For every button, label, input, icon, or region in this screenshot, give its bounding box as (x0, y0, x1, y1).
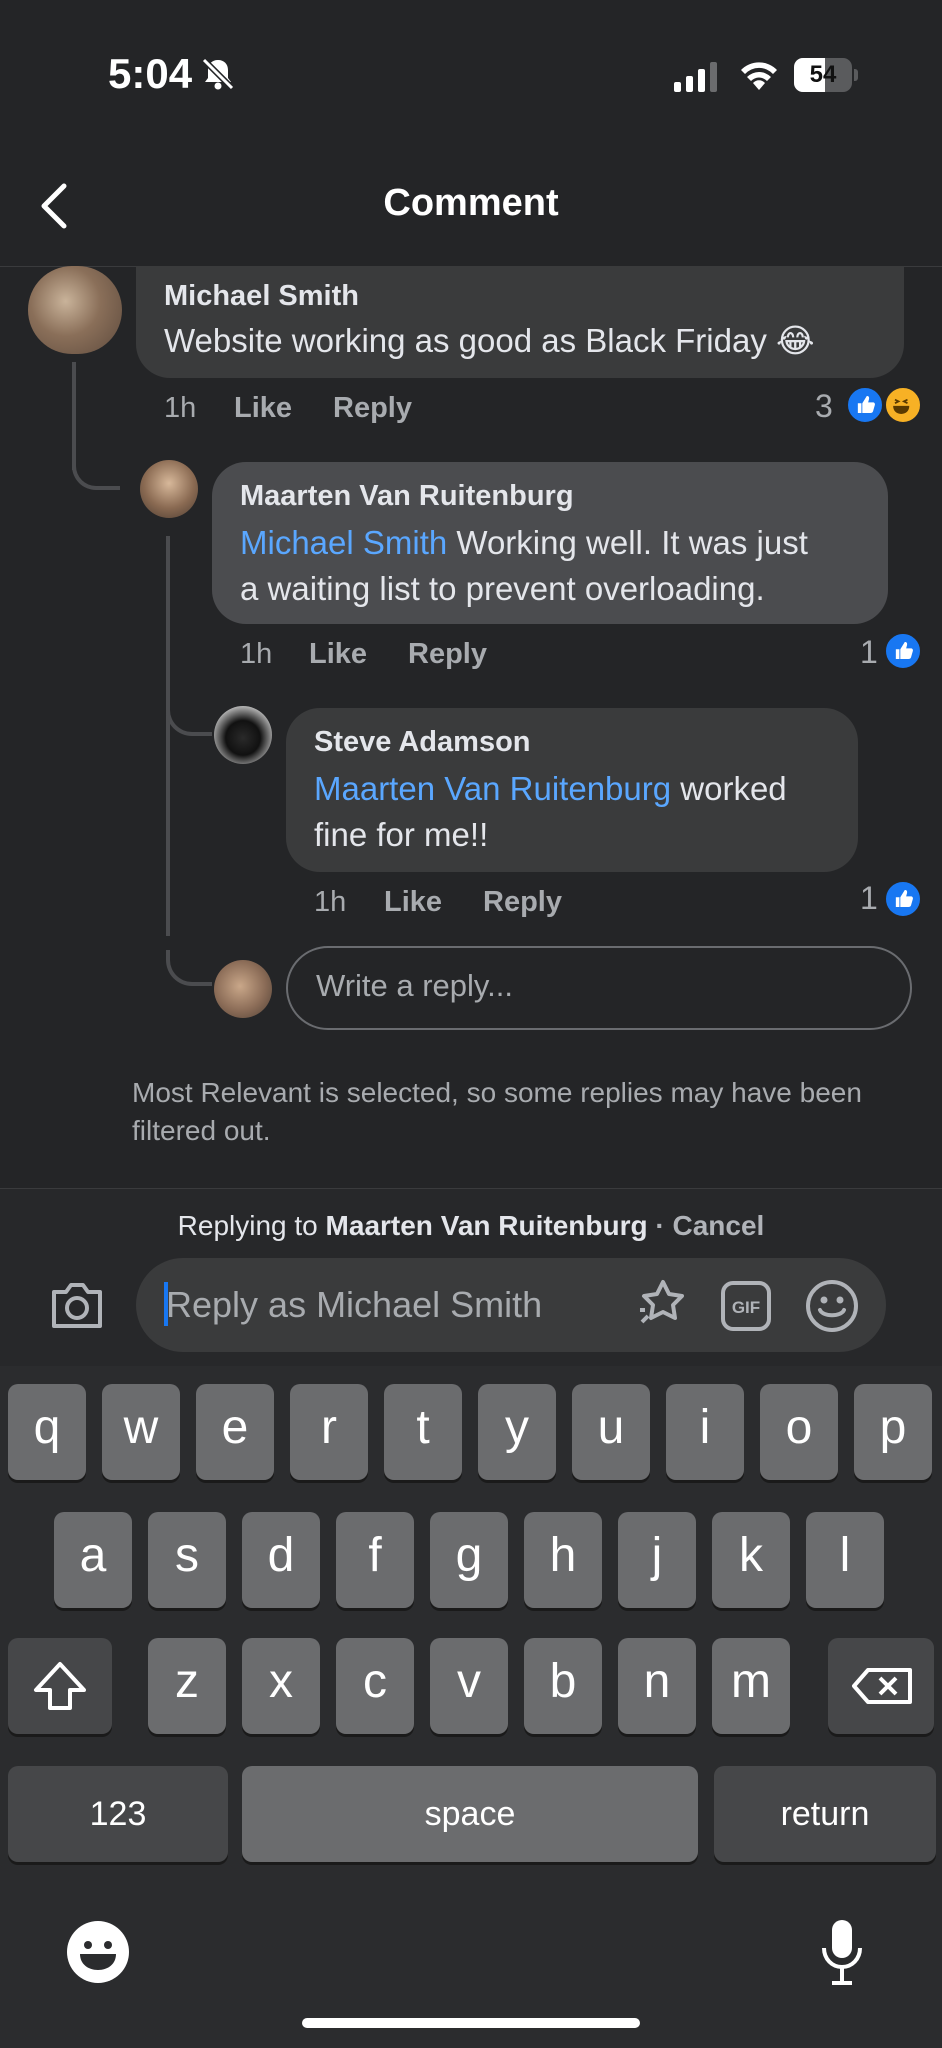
reaction-count[interactable]: 1 (860, 880, 878, 917)
cellular-signal-icon (674, 62, 717, 92)
key-h[interactable]: h (524, 1512, 602, 1608)
thread-connector (166, 700, 212, 736)
key-m[interactable]: m (712, 1638, 790, 1734)
shift-key[interactable] (8, 1638, 112, 1734)
key-d[interactable]: d (242, 1512, 320, 1608)
status-time: 5:04 (108, 50, 193, 97)
thread-line (72, 362, 76, 470)
key-g[interactable]: g (430, 1512, 508, 1608)
filter-note: Most Relevant is selected, so some repli… (132, 1077, 862, 1146)
thread-line (166, 536, 170, 936)
reply-button[interactable]: Reply (483, 886, 562, 919)
comment-time: 1h (314, 886, 347, 918)
like-button[interactable]: Like (384, 886, 442, 919)
comment-text: fine for me!! (314, 816, 489, 853)
wifi-icon (741, 62, 777, 90)
avatar-current-user (214, 960, 272, 1018)
key-c[interactable]: c (336, 1638, 414, 1734)
key-o[interactable]: o (760, 1384, 838, 1480)
numbers-key[interactable]: 123 (8, 1766, 228, 1862)
key-x[interactable]: x (242, 1638, 320, 1734)
thread-connector (72, 466, 120, 490)
key-i[interactable]: i (666, 1384, 744, 1480)
emoji-keyboard-icon[interactable] (66, 1920, 130, 1984)
bell-muted-icon (201, 57, 235, 91)
microphone-icon[interactable] (818, 1918, 866, 1988)
write-reply-placeholder: Write a reply... (316, 968, 513, 1003)
thread-connector (166, 950, 212, 986)
comment-input-placeholder: Reply as Michael Smith (166, 1284, 543, 1325)
cancel-reply-button[interactable]: Cancel (672, 1210, 764, 1241)
key-r[interactable]: r (290, 1384, 368, 1480)
key-k[interactable]: k (712, 1512, 790, 1608)
key-v[interactable]: v (430, 1638, 508, 1734)
svg-text:GIF: GIF (732, 1298, 760, 1317)
space-key[interactable]: space (242, 1766, 698, 1862)
haha-icon (884, 386, 922, 424)
avatar-michael-smith[interactable] (28, 266, 122, 354)
like-icon (846, 386, 884, 424)
reply-button[interactable]: Reply (333, 392, 412, 425)
comment-mention[interactable]: Maarten Van Ruitenburg (314, 770, 671, 807)
battery-percentage: 54 (809, 61, 837, 88)
comment-bubble[interactable]: Michael Smith Website working as good as… (136, 266, 904, 378)
key-w[interactable]: w (102, 1384, 180, 1480)
separator-dot: · (655, 1210, 665, 1241)
reaction-count[interactable]: 3 (815, 388, 833, 425)
like-button[interactable]: Like (309, 638, 367, 671)
key-q[interactable]: q (8, 1384, 86, 1480)
avatar-maarten[interactable] (140, 460, 198, 518)
delete-key[interactable] (828, 1638, 934, 1734)
comment-author[interactable]: Steve Adamson (314, 726, 531, 759)
avatar-sticker-icon[interactable] (636, 1278, 690, 1332)
keyboard: 123 space return qwertyuiop asdfghjkl zxcv… (0, 1366, 942, 2048)
comment-time: 1h (240, 638, 273, 670)
comment-mention[interactable]: Michael Smith (240, 524, 447, 561)
key-l[interactable]: l (806, 1512, 884, 1608)
key-z[interactable]: z (148, 1638, 226, 1734)
key-e[interactable]: e (196, 1384, 274, 1480)
key-s[interactable]: s (148, 1512, 226, 1608)
comment-text: Website working as good as Black Friday … (164, 322, 815, 359)
avatar-steve-adamson[interactable] (214, 706, 272, 764)
comment-text: Working well. It was just (456, 524, 808, 561)
key-b[interactable]: b (524, 1638, 602, 1734)
key-n[interactable]: n (618, 1638, 696, 1734)
comment-author[interactable]: Michael Smith (164, 280, 359, 313)
like-icon (884, 632, 922, 670)
replying-name: Maarten Van Ruitenburg (325, 1210, 648, 1241)
key-j[interactable]: j (618, 1512, 696, 1608)
emoji-icon[interactable] (804, 1278, 860, 1334)
reply-button[interactable]: Reply (408, 638, 487, 671)
reaction-count[interactable]: 1 (860, 634, 878, 671)
camera-icon[interactable] (48, 1280, 106, 1330)
comment-bubble[interactable]: Steve Adamson Maarten Van Ruitenburg wor… (286, 708, 858, 872)
gif-icon[interactable]: GIF (720, 1280, 772, 1332)
key-f[interactable]: f (336, 1512, 414, 1608)
comment-time: 1h (164, 392, 197, 424)
page-title: Comment (383, 182, 559, 224)
key-y[interactable]: y (478, 1384, 556, 1480)
key-a[interactable]: a (54, 1512, 132, 1608)
key-u[interactable]: u (572, 1384, 650, 1480)
like-icon (884, 880, 922, 918)
comment-bubble[interactable]: Maarten Van Ruitenburg Michael Smith Wor… (212, 462, 888, 624)
comment-text: worked (680, 770, 787, 807)
comment-author[interactable]: Maarten Van Ruitenburg (240, 480, 574, 513)
home-indicator (302, 2018, 640, 2028)
key-p[interactable]: p (854, 1384, 932, 1480)
like-button[interactable]: Like (234, 392, 292, 425)
replying-prefix: Replying to (177, 1210, 318, 1241)
key-t[interactable]: t (384, 1384, 462, 1480)
comment-text: a waiting list to prevent overloading. (240, 570, 765, 607)
replying-to-banner: Replying to Maarten Van Ruitenburg · Can… (0, 1210, 942, 1242)
return-key[interactable]: return (714, 1766, 936, 1862)
battery-indicator: 54 (794, 58, 858, 92)
